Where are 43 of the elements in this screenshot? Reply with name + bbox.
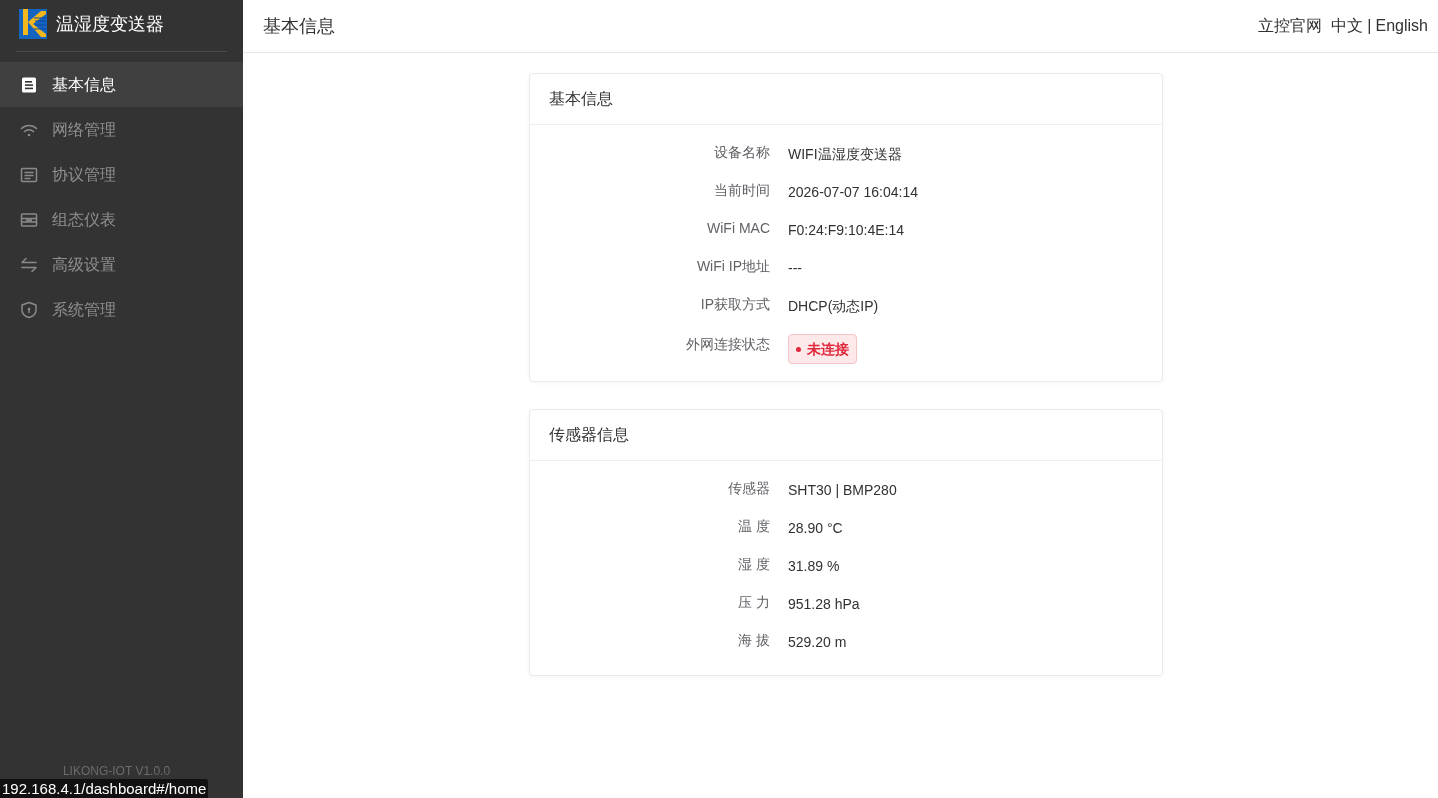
link-preview-tooltip: 192.168.4.1/dashboard#/home [0, 779, 209, 798]
field-value: 951.28 hPa [788, 596, 860, 612]
field-label: 外网连接状态 [685, 335, 770, 354]
version-text: LIKONG-IOT V1.0.0 [62, 763, 171, 780]
sidebar-item[interactable]: 协议管理 [0, 152, 243, 197]
field-label: 温 度 [737, 517, 770, 536]
sidebar-item[interactable]: 组态仪表 [0, 197, 243, 242]
language-link[interactable]: 中文 [1331, 14, 1364, 38]
sidebar-item[interactable]: 高级设置 [0, 242, 243, 287]
field-value: WIFI温湿度变送器 [788, 146, 902, 162]
field-label: 压 力 [737, 593, 770, 612]
panel-icon [20, 165, 38, 184]
card-title: 传感器信息 [549, 425, 629, 445]
field-value: DHCP(动态IP) [788, 298, 879, 314]
field-label: WiFi MAC [706, 219, 770, 238]
card-title: 基本信息 [549, 89, 613, 109]
status-badge: 未连接 [788, 334, 857, 364]
field-label: 海 拔 [737, 631, 770, 650]
sidebar-item[interactable]: 系统管理 [0, 287, 243, 332]
sidebar-item[interactable]: 网络管理 [0, 107, 243, 152]
sidebar-item[interactable]: 基本信息 [0, 62, 243, 107]
field-label: 传感器 [727, 479, 770, 498]
card-icon [20, 210, 38, 229]
field-label: 湿 度 [737, 555, 770, 574]
page-title: 基本信息 [263, 14, 335, 38]
language-link[interactable]: English [1375, 14, 1428, 38]
field-label: WiFi IP地址 [695, 257, 770, 276]
website-link[interactable]: 立控官网 [1258, 14, 1323, 38]
logo-icon [19, 9, 47, 39]
field-value: 31.89 % [788, 558, 840, 574]
field-label: 设备名称 [713, 143, 770, 162]
field-value: SHT30 | BMP280 [788, 482, 897, 498]
app-title: 温湿度变送器 [56, 12, 164, 36]
field-value: 28.90 °C [788, 520, 843, 536]
document-icon [20, 75, 38, 94]
field-value: --- [788, 260, 802, 276]
shield-icon [20, 300, 38, 319]
field-label: IP获取方式 [699, 295, 770, 314]
field-label: 当前时间 [713, 181, 770, 200]
field-value: 2026-07-07 16:04:14 [788, 184, 918, 200]
separator-text: | [1367, 16, 1372, 36]
field-value: 529.20 m [788, 634, 847, 650]
field-value: F0:24:F9:10:4E:14 [788, 222, 904, 238]
